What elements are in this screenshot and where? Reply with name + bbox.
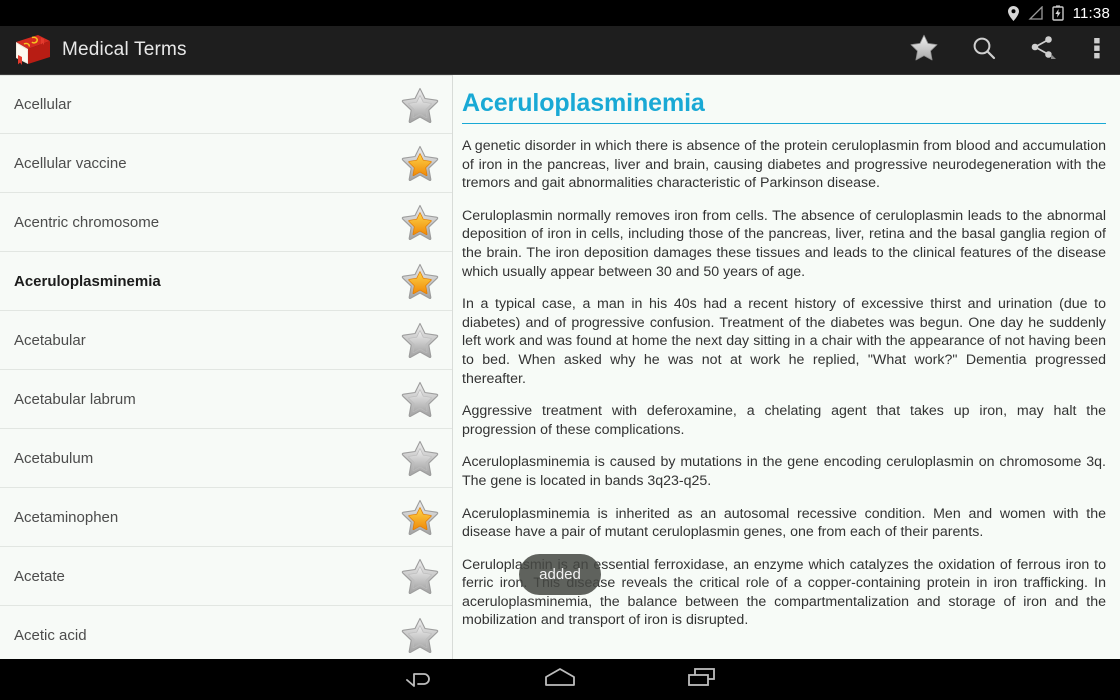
home-icon: [542, 666, 578, 693]
toast-notification: added: [519, 554, 601, 595]
status-bar: 11:38: [0, 0, 1120, 26]
list-item[interactable]: Acetabular labrum: [0, 370, 452, 429]
favorite-star-icon-empty[interactable]: [388, 439, 452, 477]
share-button[interactable]: [1014, 26, 1074, 75]
list-item[interactable]: Acetate: [0, 547, 452, 606]
back-arrow-icon: [401, 667, 435, 692]
definition-paragraph: Aggressive treatment with deferoxamine, …: [462, 403, 1106, 438]
signal-icon: [1027, 6, 1043, 20]
app-title: Medical Terms: [62, 39, 187, 60]
back-button[interactable]: [389, 659, 447, 700]
list-item-label: Acentric chromosome: [14, 213, 160, 231]
favorite-star-icon-filled[interactable]: [388, 144, 452, 182]
system-navigation-bar: [0, 659, 1120, 700]
favorite-star-icon-filled[interactable]: [388, 203, 452, 241]
home-button[interactable]: [531, 659, 589, 700]
page-title: Aceruloplasminemia: [462, 89, 705, 117]
favorite-star-icon-filled[interactable]: [388, 262, 452, 300]
favorite-star-icon-empty[interactable]: [388, 557, 452, 595]
favorites-button[interactable]: [894, 26, 954, 75]
list-item-label: Acetic acid: [14, 626, 87, 644]
definition-paragraph: Ceruloplasmin normally removes iron from…: [462, 207, 1106, 280]
definition-paragraph: Aceruloplasminemia is caused by mutation…: [462, 454, 1106, 489]
list-item-label: Acetabular: [14, 331, 86, 349]
list-item[interactable]: Aceruloplasminemia: [0, 252, 452, 311]
title-divider: [462, 123, 1106, 124]
list-item[interactable]: Acetabular: [0, 311, 452, 370]
more-vertical-icon: [1093, 35, 1101, 66]
list-item[interactable]: Acetaminophen: [0, 488, 452, 547]
battery-charging-icon: [1051, 5, 1064, 21]
location-pin-icon: [1007, 5, 1019, 21]
list-item-label: Aceruloplasminemia: [14, 272, 161, 290]
list-item[interactable]: Acentric chromosome: [0, 193, 452, 252]
list-item-label: Acetate: [14, 567, 65, 585]
favorite-star-icon-empty[interactable]: [388, 86, 452, 124]
list-item-label: Acetaminophen: [14, 508, 119, 526]
toast-message: added: [539, 566, 581, 583]
list-item-label: Acellular: [14, 96, 72, 113]
recents-button[interactable]: [673, 659, 731, 700]
definition-paragraph: A genetic disorder in which there is abs…: [462, 138, 1106, 192]
list-item[interactable]: Acetic acid: [0, 606, 452, 659]
list-item-label: Acetabulum: [14, 449, 94, 467]
favorite-star-icon-empty[interactable]: [388, 616, 452, 654]
device-screen: 11:38 Medical Terms Acellular Acellular …: [0, 0, 1120, 700]
list-item[interactable]: Acellular vaccine: [0, 134, 452, 193]
search-icon: [971, 35, 997, 66]
definition-paragraph: Aceruloplasminemia is inherited as an au…: [462, 505, 1106, 541]
list-item[interactable]: Acellular: [0, 75, 452, 134]
status-bar-clock: 11:38: [1072, 4, 1110, 22]
star-icon: [910, 34, 938, 66]
overflow-menu-button[interactable]: [1074, 26, 1120, 75]
action-bar: Medical Terms: [0, 26, 1120, 75]
definition-paragraph: In a typical case, a man in his 40s had …: [462, 296, 1106, 387]
search-button[interactable]: [954, 26, 1014, 75]
action-bar-actions: [894, 26, 1120, 74]
terms-list[interactable]: Acellular Acellular vaccine Acentric chr…: [0, 75, 453, 659]
book-icon: [12, 33, 54, 67]
favorite-star-icon-empty[interactable]: [388, 380, 452, 418]
recent-apps-icon: [685, 666, 719, 693]
share-icon: [1030, 35, 1058, 66]
list-item[interactable]: Acetabulum: [0, 429, 452, 488]
list-item-label: Acetabular labrum: [14, 390, 136, 408]
list-item-label: Acellular vaccine: [14, 154, 127, 172]
favorite-star-icon-filled[interactable]: [388, 498, 452, 536]
favorite-star-icon-empty[interactable]: [388, 321, 452, 359]
